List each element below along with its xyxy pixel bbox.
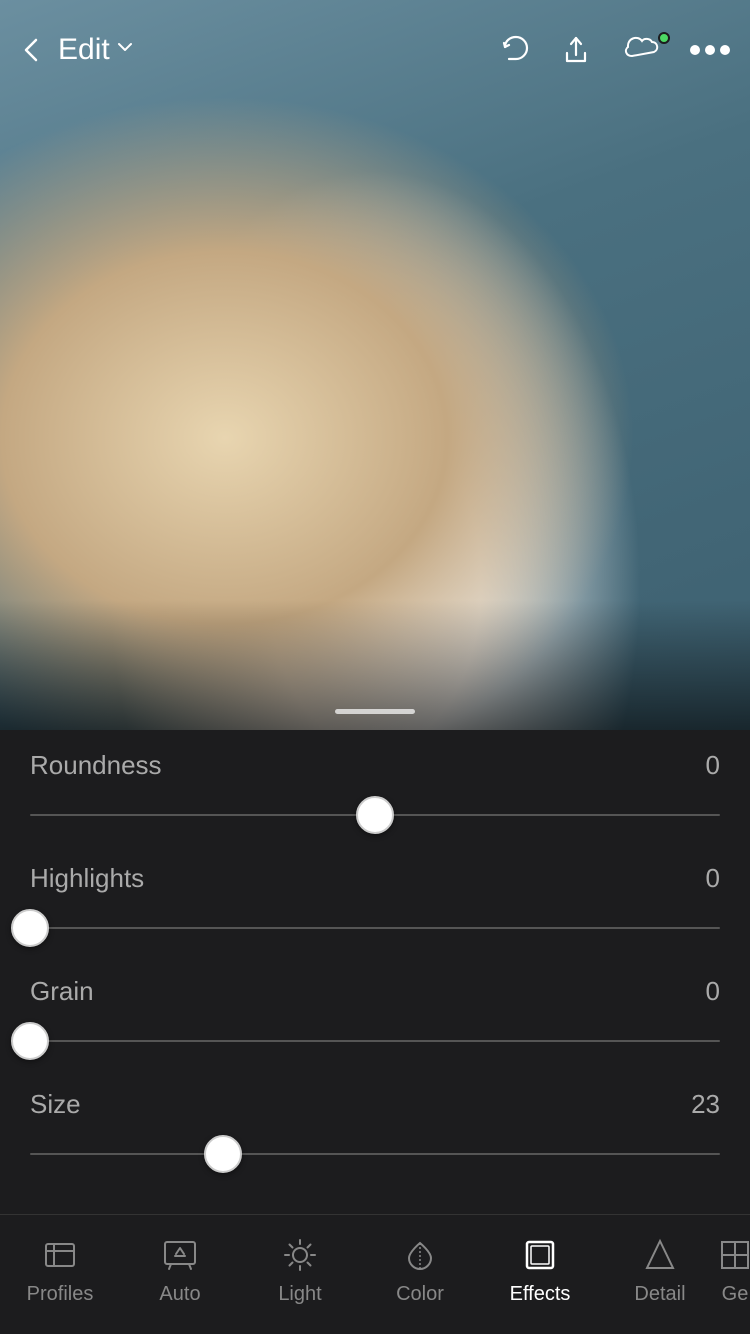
size-label: Size bbox=[30, 1089, 81, 1120]
detail-label: Detail bbox=[634, 1283, 685, 1306]
highlights-section: Highlights 0 bbox=[30, 863, 720, 948]
grain-section: Grain 0 bbox=[30, 976, 720, 1061]
toolbar: Edit bbox=[0, 0, 750, 80]
profiles-icon bbox=[38, 1233, 82, 1277]
geometry-icon bbox=[720, 1233, 750, 1277]
nav-item-detail[interactable]: Detail bbox=[600, 1225, 720, 1314]
light-label: Light bbox=[278, 1283, 321, 1306]
toolbar-left: Edit bbox=[10, 28, 136, 72]
size-section: Size 23 bbox=[30, 1089, 720, 1174]
light-icon bbox=[278, 1233, 322, 1277]
share-button[interactable] bbox=[554, 28, 598, 72]
sliders-area: Roundness 0 Highlights 0 bbox=[0, 730, 750, 1214]
toolbar-right bbox=[492, 28, 730, 72]
edit-chevron-icon[interactable] bbox=[114, 36, 136, 64]
size-value: 23 bbox=[691, 1089, 720, 1120]
effects-label: Effects bbox=[510, 1283, 571, 1306]
highlights-slider[interactable] bbox=[30, 908, 720, 948]
more-button[interactable] bbox=[690, 28, 730, 72]
cloud-button[interactable] bbox=[616, 28, 672, 72]
color-label: Color bbox=[396, 1283, 444, 1306]
roundness-label: Roundness bbox=[30, 750, 162, 781]
roundness-thumb[interactable] bbox=[356, 796, 394, 834]
grain-slider[interactable] bbox=[30, 1021, 720, 1061]
drag-handle[interactable] bbox=[335, 709, 415, 714]
nav-item-effects[interactable]: Effects bbox=[480, 1225, 600, 1314]
highlights-label: Highlights bbox=[30, 863, 144, 894]
nav-item-light[interactable]: Light bbox=[240, 1225, 360, 1314]
highlights-value: 0 bbox=[706, 863, 720, 894]
profiles-label: Profiles bbox=[27, 1283, 94, 1306]
nav-item-color[interactable]: Color bbox=[360, 1225, 480, 1314]
geometry-label: Ge bbox=[722, 1283, 749, 1306]
color-icon bbox=[398, 1233, 442, 1277]
nav-item-auto[interactable]: Auto bbox=[120, 1225, 240, 1314]
nav-item-profiles[interactable]: Profiles bbox=[0, 1225, 120, 1314]
back-button[interactable] bbox=[10, 28, 54, 72]
auto-icon bbox=[158, 1233, 202, 1277]
size-thumb[interactable] bbox=[204, 1135, 242, 1173]
roundness-slider[interactable] bbox=[30, 795, 720, 835]
undo-button[interactable] bbox=[492, 28, 536, 72]
edit-title: Edit bbox=[58, 33, 110, 67]
grain-value: 0 bbox=[706, 976, 720, 1007]
nav-item-geometry[interactable]: Ge bbox=[720, 1225, 750, 1314]
effects-icon bbox=[518, 1233, 562, 1277]
grain-thumb[interactable] bbox=[11, 1022, 49, 1060]
grain-label: Grain bbox=[30, 976, 94, 1007]
detail-icon bbox=[638, 1233, 682, 1277]
roundness-value: 0 bbox=[706, 750, 720, 781]
bottom-panel: Roundness 0 Highlights 0 bbox=[0, 730, 750, 1334]
highlights-thumb[interactable] bbox=[11, 909, 49, 947]
roundness-section: Roundness 0 bbox=[30, 750, 720, 835]
auto-label: Auto bbox=[159, 1283, 200, 1306]
size-slider[interactable] bbox=[30, 1134, 720, 1174]
bottom-nav: Profiles Auto bbox=[0, 1214, 750, 1334]
